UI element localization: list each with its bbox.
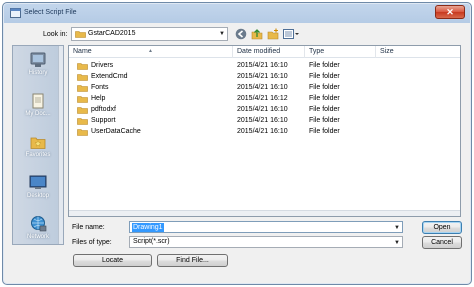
file-date: 2015/4/21 16:10 xyxy=(237,128,288,135)
file-date: 2015/4/21 16:10 xyxy=(237,84,288,91)
file-type: File folder xyxy=(309,62,340,69)
column-name[interactable]: Name ▲ xyxy=(69,46,233,58)
navigation-toolbar xyxy=(235,27,299,41)
my-documents-icon xyxy=(32,93,44,109)
dialog-body: Look in: GstarCAD2015 ▼ History My Doc..… xyxy=(6,23,468,282)
place-label: My Doc... xyxy=(25,111,51,117)
folder-icon xyxy=(77,85,88,92)
view-menu-icon[interactable] xyxy=(283,28,299,40)
list-item[interactable]: UserDataCache 2015/4/21 16:10 File folde… xyxy=(69,126,460,137)
new-folder-icon[interactable] xyxy=(267,28,279,40)
favorites-icon xyxy=(30,137,46,149)
file-date: 2015/4/21 16:12 xyxy=(237,95,288,102)
column-date-modified[interactable]: Date modified xyxy=(233,46,305,58)
find-file-button[interactable]: Find File... xyxy=(157,254,228,267)
place-my-documents[interactable]: My Doc... xyxy=(13,92,63,117)
file-name: Drivers xyxy=(91,62,114,69)
chevron-down-icon[interactable]: ▼ xyxy=(394,237,400,249)
file-name: Fonts xyxy=(91,84,109,91)
column-size[interactable]: Size xyxy=(376,46,462,58)
chevron-down-icon[interactable]: ▼ xyxy=(394,222,400,234)
place-label: History xyxy=(28,70,48,76)
folder-icon xyxy=(75,31,86,38)
place-desktop[interactable]: Desktop xyxy=(13,174,63,199)
places-scrollbar[interactable] xyxy=(58,46,63,244)
look-in-value: GstarCAD2015 xyxy=(88,30,136,37)
place-favorites[interactable]: Favorites xyxy=(13,133,63,158)
column-type[interactable]: Type xyxy=(305,46,376,58)
files-of-type-label: Files of type: xyxy=(72,239,112,246)
file-name-value: Drawing1 xyxy=(132,223,164,232)
places-bar: History My Doc... Favorites Desktop Netw… xyxy=(12,45,64,245)
file-list-scrollbar[interactable] xyxy=(69,210,460,216)
file-name: Help xyxy=(91,95,106,102)
files-of-type-value: Script(*.scr) xyxy=(133,238,170,245)
file-date: 2015/4/21 16:10 xyxy=(237,62,288,69)
place-label: Network xyxy=(26,234,49,240)
close-icon: ✕ xyxy=(446,7,454,17)
list-item[interactable]: Support 2015/4/21 16:10 File folder xyxy=(69,115,460,126)
place-history[interactable]: History xyxy=(13,51,63,76)
files-of-type-combo[interactable]: Script(*.scr) ▼ xyxy=(129,236,403,248)
folder-icon xyxy=(77,63,88,70)
place-label: Desktop xyxy=(26,193,49,199)
close-button[interactable]: ✕ xyxy=(435,5,465,19)
window-title: Select Script File xyxy=(24,9,77,16)
file-name: Support xyxy=(91,117,116,124)
list-item[interactable]: Fonts 2015/4/21 16:10 File folder xyxy=(69,82,460,93)
folder-icon xyxy=(77,118,88,125)
sort-ascending-icon: ▲ xyxy=(148,48,153,54)
file-type: File folder xyxy=(309,106,340,113)
history-icon xyxy=(30,52,46,67)
file-type: File folder xyxy=(309,117,340,124)
title-bar[interactable]: Select Script File ✕ xyxy=(3,3,471,23)
folder-icon xyxy=(77,96,88,103)
column-header: Name ▲ Date modified Type Size xyxy=(69,46,460,58)
file-name: UserDataCache xyxy=(91,128,141,135)
app-icon xyxy=(10,8,21,18)
file-date: 2015/4/21 16:10 xyxy=(237,73,288,80)
file-name: ExtendCmd xyxy=(91,73,128,80)
select-script-file-dialog: Select Script File ✕ Look in: GstarCAD20… xyxy=(2,2,472,285)
chevron-down-icon[interactable]: ▼ xyxy=(219,28,225,40)
place-network[interactable]: Network xyxy=(13,215,63,240)
file-name-label: File name: xyxy=(72,224,105,231)
open-button[interactable]: Open xyxy=(422,221,462,234)
folder-icon xyxy=(77,129,88,136)
up-folder-icon[interactable] xyxy=(251,28,263,40)
file-date: 2015/4/21 16:10 xyxy=(237,117,288,124)
folder-icon xyxy=(77,107,88,114)
list-item[interactable]: ExtendCmd 2015/4/21 16:10 File folder xyxy=(69,71,460,82)
file-date: 2015/4/21 16:10 xyxy=(237,106,288,113)
file-name-field[interactable]: Drawing1 ▼ xyxy=(129,221,403,233)
file-name: pdftodxf xyxy=(91,106,116,113)
file-type: File folder xyxy=(309,128,340,135)
file-list: Name ▲ Date modified Type Size Drivers 2… xyxy=(68,45,461,217)
place-label: Favorites xyxy=(25,152,51,158)
list-item[interactable]: pdftodxf 2015/4/21 16:10 File folder xyxy=(69,104,460,115)
file-type: File folder xyxy=(309,84,340,91)
cancel-button[interactable]: Cancel xyxy=(422,236,462,249)
desktop-icon xyxy=(29,175,47,189)
file-type: File folder xyxy=(309,95,340,102)
locate-button[interactable]: Locate xyxy=(73,254,152,267)
list-item[interactable]: Help 2015/4/21 16:12 File folder xyxy=(69,93,460,104)
file-type: File folder xyxy=(309,73,340,80)
folder-icon xyxy=(77,74,88,81)
list-item[interactable]: Drivers 2015/4/21 16:10 File folder xyxy=(69,60,460,71)
back-icon[interactable] xyxy=(235,28,247,40)
look-in-label: Look in: xyxy=(43,31,68,38)
network-icon xyxy=(31,216,47,232)
look-in-combo[interactable]: GstarCAD2015 ▼ xyxy=(71,27,228,41)
